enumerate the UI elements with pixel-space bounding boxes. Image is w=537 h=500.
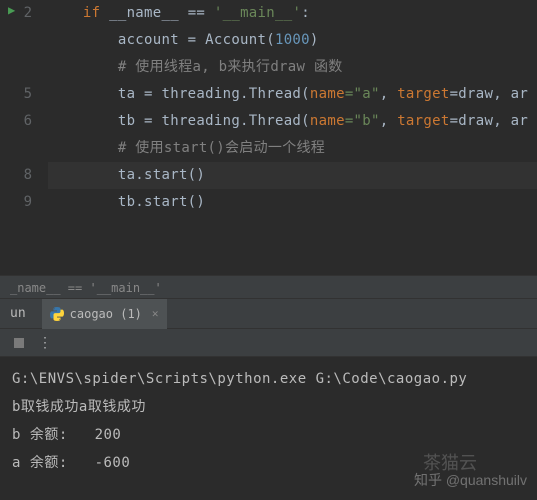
- code-line: tb.start(): [48, 189, 537, 216]
- line-number: [0, 54, 32, 81]
- line-number: 5: [0, 81, 32, 108]
- code-line: ta = threading.Thread(name="a", target=d…: [48, 81, 537, 108]
- line-number: 9: [0, 189, 32, 216]
- line-number: 6: [0, 108, 32, 135]
- line-number: [0, 27, 32, 54]
- stop-icon[interactable]: [10, 334, 28, 352]
- line-number: [0, 135, 32, 162]
- breadcrumb[interactable]: _name__ == '__main__': [0, 275, 537, 299]
- watermark: 知乎 @quanshuilv: [414, 470, 527, 490]
- more-icon[interactable]: ⋮: [36, 334, 54, 352]
- line-number: 2: [0, 0, 32, 27]
- code-line: tb = threading.Thread(name="b", target=d…: [48, 108, 537, 135]
- code-line: if __name__ == '__main__':: [48, 0, 537, 27]
- line-gutter: ▶ 2 5 6 8 9: [0, 0, 40, 275]
- console-line: b 余额: 200: [12, 421, 525, 449]
- tab-label: caogao (1): [70, 307, 142, 321]
- run-panel-label: un: [4, 306, 32, 321]
- code-line-current: ta.start(): [48, 162, 537, 189]
- console-toolbar: ⋮: [0, 329, 537, 357]
- close-icon[interactable]: ✕: [152, 307, 159, 320]
- line-number: 8: [0, 162, 32, 189]
- code-content[interactable]: if __name__ == '__main__': account = Acc…: [40, 0, 537, 275]
- run-panel-header: un caogao (1) ✕: [0, 299, 537, 329]
- code-line: account = Account(1000): [48, 27, 537, 54]
- code-editor[interactable]: ▶ 2 5 6 8 9 if __name__ == '__main__': a…: [0, 0, 537, 275]
- run-tab[interactable]: caogao (1) ✕: [42, 299, 167, 329]
- console-line: G:\ENVS\spider\Scripts\python.exe G:\Cod…: [12, 365, 525, 393]
- code-line: # 使用线程a, b来执行draw 函数: [48, 54, 537, 81]
- console-line: b取钱成功a取钱成功: [12, 393, 525, 421]
- python-icon: [50, 307, 64, 321]
- run-gutter-icon[interactable]: ▶: [8, 3, 15, 17]
- code-line: # 使用start()会启动一个线程: [48, 135, 537, 162]
